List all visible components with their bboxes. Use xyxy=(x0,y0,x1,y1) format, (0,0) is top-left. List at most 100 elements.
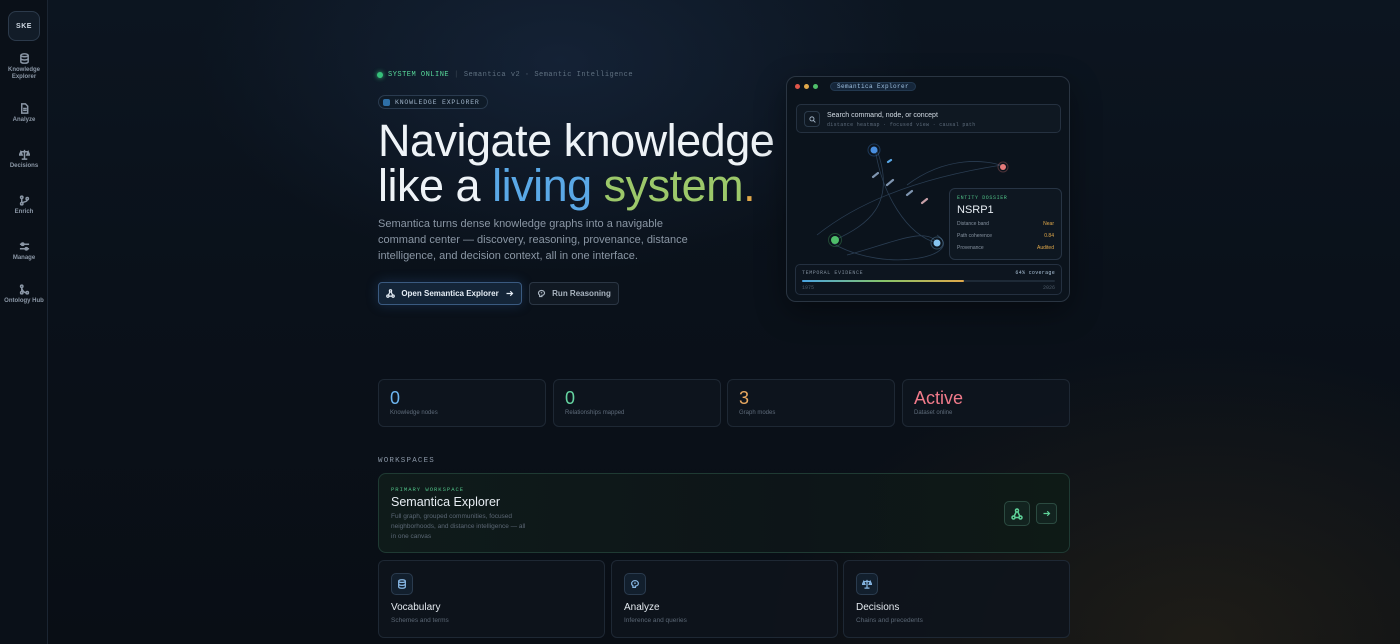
hero-description: Semantica turns dense knowledge graphs i… xyxy=(378,218,688,262)
sidebar-item-label: Analyze xyxy=(12,117,36,123)
dossier-row: Distance band Near xyxy=(957,221,1054,227)
dossier-row-key: Provenance xyxy=(957,245,984,251)
card-subtitle: Chains and precedents xyxy=(856,617,923,624)
workspace-card-decisions[interactable]: Decisions Chains and precedents xyxy=(843,560,1070,638)
stat-value: Active xyxy=(914,388,964,408)
sidebar-item-decisions[interactable]: Decisions xyxy=(0,149,48,170)
hero-word-system: system xyxy=(603,160,744,211)
search-icon-box xyxy=(804,111,820,127)
entity-dossier[interactable]: ENTITY DOSSIER NSRP1 Distance band Near … xyxy=(949,188,1062,260)
dossier-row-value: Audited xyxy=(1037,245,1054,251)
coverage-text: 64% coverage xyxy=(1015,270,1055,276)
open-workspace-button[interactable] xyxy=(1036,503,1057,524)
database-icon xyxy=(398,579,406,589)
card-subtitle: Schemes and terms xyxy=(391,617,449,624)
graph-nodes-icon xyxy=(1011,507,1023,520)
graph-edge xyxy=(846,235,938,256)
git-merge-icon xyxy=(19,284,29,295)
stat-card-knowledge-nodes: 0 Knowledge nodes xyxy=(378,379,546,427)
graph-node[interactable] xyxy=(831,236,839,244)
hero-line-2-start: like a xyxy=(378,160,481,211)
status-online: SYSTEM ONLINE xyxy=(388,71,450,79)
sidebar-item-label: Manage xyxy=(12,255,36,261)
stat-card-relationships: 0 Relationships mapped xyxy=(553,379,721,427)
section-badge: KNOWLEDGE EXPLORER xyxy=(378,95,488,109)
graph-nodes-icon xyxy=(386,289,396,298)
graph-edge-segment xyxy=(920,197,929,205)
workspace-card-vocabulary[interactable]: Vocabulary Schemes and terms xyxy=(378,560,605,638)
primary-workspace-title: Semantica Explorer xyxy=(391,495,501,509)
card-icon-box xyxy=(624,573,646,595)
brain-icon xyxy=(538,289,546,298)
brain-icon xyxy=(631,580,639,588)
scale-icon xyxy=(18,149,30,160)
card-icon-box xyxy=(856,573,878,595)
badge-icon xyxy=(383,98,390,106)
maximize-dot-icon xyxy=(813,84,818,89)
sidebar-item-analyze[interactable]: Analyze xyxy=(0,103,48,124)
sidebar-item-label: Enrich xyxy=(14,209,34,215)
graph-edge xyxy=(906,161,1004,186)
dossier-row-value: 0.84 xyxy=(1044,233,1054,239)
preview-search-input[interactable]: Search command, node, or concept distanc… xyxy=(796,104,1061,133)
card-title: Decisions xyxy=(856,602,900,613)
dossier-row-key: Path coherence xyxy=(957,233,993,239)
card-icon-box xyxy=(391,573,413,595)
dossier-entity: NSRP1 xyxy=(957,204,994,216)
sliders-icon xyxy=(19,242,29,251)
hero-line-1: Navigate knowledge xyxy=(378,115,775,166)
primary-workspace-card[interactable]: PRIMARY WORKSPACE Semantica Explorer Ful… xyxy=(378,473,1070,553)
preview-title: Semantica Explorer xyxy=(830,82,917,91)
workspaces-heading: WORKSPACES xyxy=(378,457,436,465)
graph-edge-segment xyxy=(905,189,914,197)
sidebar-item-label: Ontology Hub xyxy=(4,298,44,304)
sidebar-item-enrich[interactable]: Enrich xyxy=(0,195,48,216)
separator: | xyxy=(454,71,459,79)
stat-label: Knowledge nodes xyxy=(390,410,438,416)
timeline-end: 2026 xyxy=(1042,285,1055,291)
graph-edge-segment xyxy=(871,171,880,179)
hero-period: . xyxy=(743,160,756,211)
document-icon xyxy=(20,103,28,114)
sidebar: SKE Knowledge Explorer Analyze Decisions… xyxy=(0,0,48,644)
hero-word-living: living xyxy=(492,160,592,211)
sidebar-item-ontology-hub[interactable]: Ontology Hub xyxy=(0,284,48,305)
close-dot-icon xyxy=(795,84,800,89)
timeline-start: 1975 xyxy=(802,285,815,291)
version-text: Semantica v2 · Semantic Intelligence xyxy=(463,71,634,79)
primary-workspace-kicker: PRIMARY WORKSPACE xyxy=(391,486,465,493)
run-reasoning-button[interactable]: Run Reasoning xyxy=(529,282,619,305)
sidebar-item-manage[interactable]: Manage xyxy=(0,241,48,262)
sidebar-item-label: Knowledge Explorer xyxy=(7,67,40,80)
arrow-right-icon xyxy=(1043,510,1051,517)
graph-node[interactable] xyxy=(933,239,941,247)
explorer-preview-window: Semantica Explorer Search command, node,… xyxy=(786,76,1070,302)
card-title: Vocabulary xyxy=(391,602,441,613)
workspace-card-analyze[interactable]: Analyze Inference and queries xyxy=(611,560,838,638)
graph-edge-segment xyxy=(886,158,893,164)
stat-card-graph-modes: 3 Graph modes xyxy=(727,379,895,427)
open-explorer-label: Open Semantica Explorer xyxy=(401,289,499,298)
card-title: Analyze xyxy=(624,602,660,613)
app-logo[interactable]: SKE xyxy=(8,11,40,41)
coverage-track xyxy=(802,280,1055,282)
graph-edge-segment xyxy=(885,178,895,187)
dossier-label: ENTITY DOSSIER xyxy=(957,195,1008,201)
graph-node[interactable] xyxy=(1000,164,1006,170)
dossier-row-value: Near xyxy=(1043,221,1054,227)
search-placeholder: Search command, node, or concept xyxy=(827,112,938,119)
run-reasoning-label: Run Reasoning xyxy=(552,289,611,298)
temporal-label: TEMPORAL EVIDENCE xyxy=(802,270,864,276)
temporal-evidence-panel: TEMPORAL EVIDENCE 64% coverage 1975 2026 xyxy=(795,264,1062,295)
system-status: SYSTEM ONLINE | Semantica v2 · Semantic … xyxy=(377,71,633,79)
graph-node[interactable] xyxy=(870,146,878,154)
arrow-right-icon xyxy=(506,290,514,297)
dossier-row: Provenance Audited xyxy=(957,245,1054,251)
stat-value: 0 xyxy=(565,388,576,408)
stat-value: 3 xyxy=(739,388,750,408)
stat-value: 0 xyxy=(390,388,401,408)
stat-label: Graph modes xyxy=(739,410,776,416)
search-icon xyxy=(808,115,816,123)
open-explorer-button[interactable]: Open Semantica Explorer xyxy=(378,282,522,305)
sidebar-item-knowledge-explorer[interactable]: Knowledge Explorer xyxy=(0,53,48,80)
